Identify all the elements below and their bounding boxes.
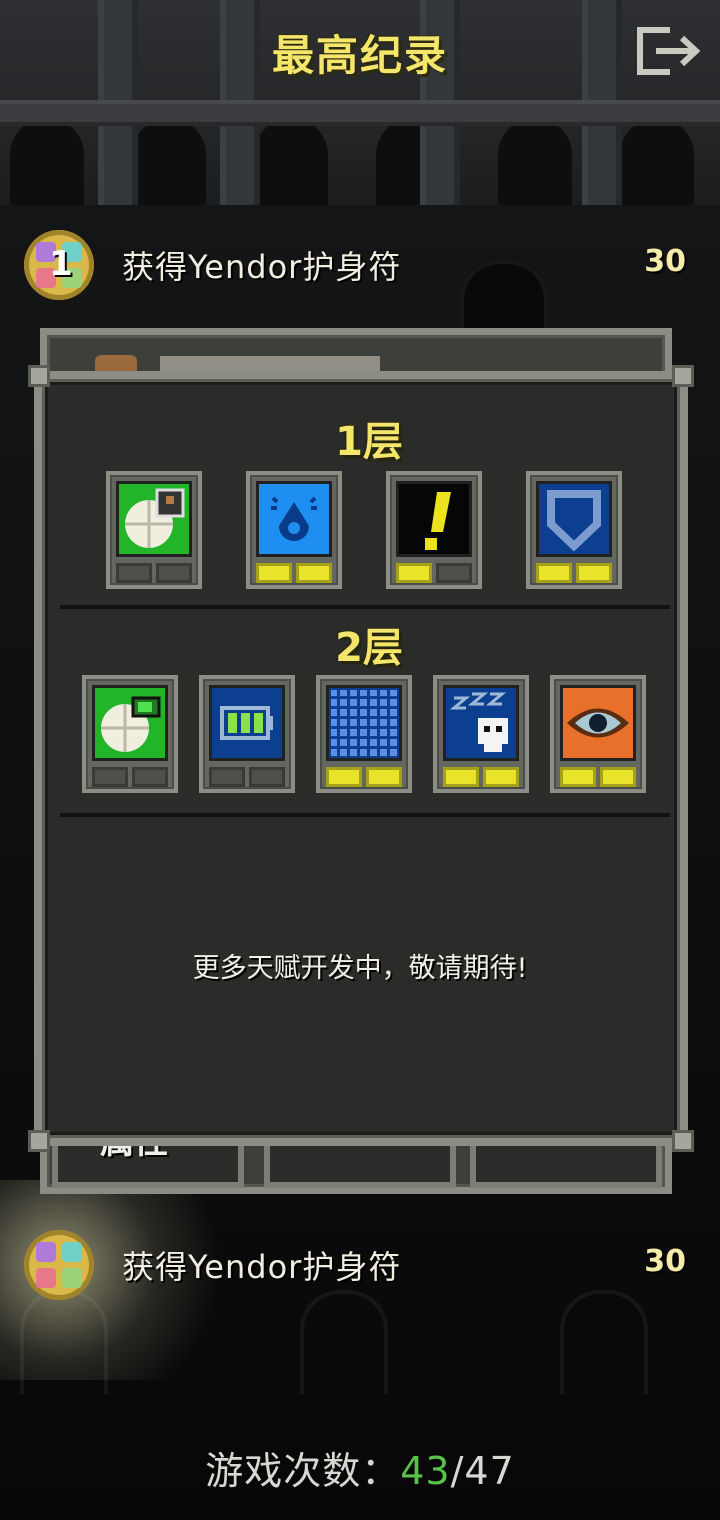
battery-icon: [209, 685, 285, 761]
games-label: 游戏次数：: [205, 1449, 401, 1493]
grid-icon: [326, 685, 402, 761]
talent-points: [443, 767, 519, 787]
record-description: 获得Yendor护身符: [122, 1248, 402, 1286]
wall-arch: [498, 118, 572, 206]
ration-battery-icon: [92, 685, 168, 761]
talent-points: [396, 563, 472, 583]
talent-slot[interactable]: [106, 471, 202, 589]
water-drop-icon: [256, 481, 332, 557]
tier-separator: [60, 605, 670, 609]
eye-icon: [560, 685, 636, 761]
alert-icon: [396, 481, 472, 557]
frame-corner: [28, 1130, 50, 1152]
talent-slot[interactable]: [199, 675, 295, 793]
talent-slot[interactable]: [386, 471, 482, 589]
exit-icon: [637, 27, 701, 75]
exit-button[interactable]: [636, 26, 704, 76]
games-won: 43: [400, 1449, 451, 1493]
games-played-counter: 游戏次数：43/47: [0, 1440, 720, 1495]
talent-points: [536, 563, 612, 583]
record-depth: 30: [644, 1244, 686, 1279]
ration-icon: [116, 481, 192, 557]
wall-arch: [254, 118, 328, 206]
games-separator: /: [450, 1449, 465, 1493]
tier-1-title: 1层: [335, 419, 403, 465]
record-row[interactable]: 获得Yendor护身符 30: [0, 1222, 720, 1312]
talent-points: [92, 767, 168, 787]
frame-corner: [672, 1130, 694, 1152]
frame-corner: [28, 365, 50, 387]
record-description: 获得Yendor护身符: [122, 248, 402, 286]
talent-slot[interactable]: [82, 675, 178, 793]
talent-points: [256, 563, 332, 583]
page-title: 最高纪录: [271, 31, 448, 80]
games-total: 47: [464, 1449, 515, 1493]
tier-2-title: 2层: [335, 625, 403, 671]
wall-band: [0, 100, 720, 126]
wall-arch: [132, 118, 206, 206]
sleep-skull-icon: [443, 685, 519, 761]
shield-icon: [536, 481, 612, 557]
amulet-icon: 1: [24, 230, 94, 300]
frame-corner: [672, 365, 694, 387]
talent-points: [116, 563, 192, 583]
record-depth: 30: [644, 244, 686, 279]
wall-arch: [10, 118, 84, 206]
record-rank: 1: [49, 244, 73, 284]
tier-separator: [60, 813, 670, 817]
amulet-icon: [24, 1230, 94, 1300]
talent-slot[interactable]: [433, 675, 529, 793]
talent-points: [560, 767, 636, 787]
talent-points: [326, 767, 402, 787]
talents-window: 1层 2层: [28, 365, 694, 1152]
talent-slot[interactable]: [246, 471, 342, 589]
record-row[interactable]: 1 获得Yendor护身符 30: [0, 222, 720, 312]
talent-points: [209, 767, 285, 787]
wall-arch: [620, 118, 694, 206]
talent-slot[interactable]: [316, 675, 412, 793]
talent-slot[interactable]: [526, 471, 622, 589]
talent-slot[interactable]: [550, 675, 646, 793]
coming-soon-text: 更多天赋开发中，敬请期待!: [192, 953, 528, 984]
